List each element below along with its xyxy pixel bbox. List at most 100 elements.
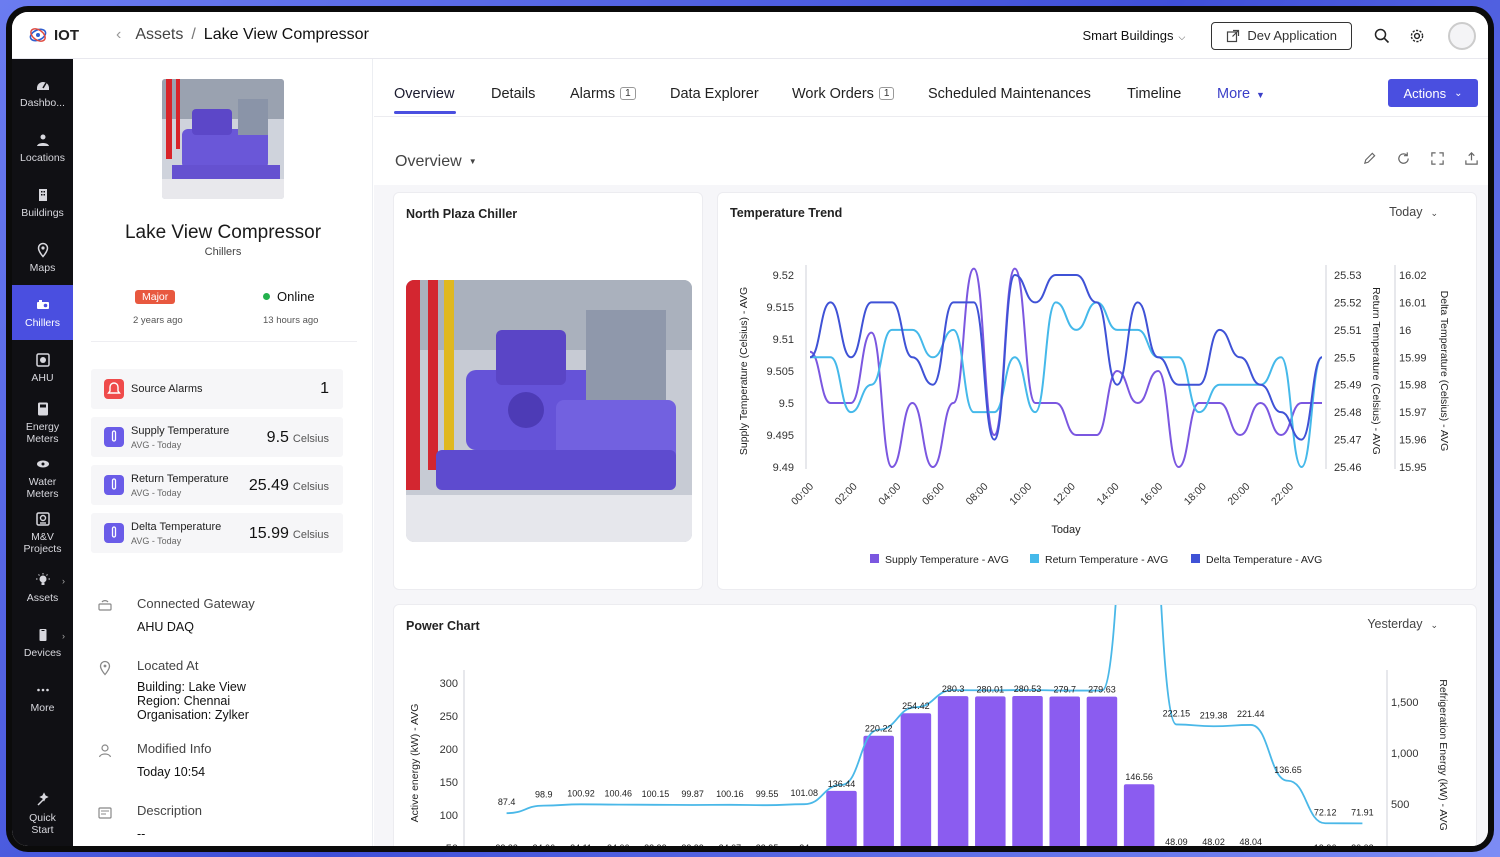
search-icon[interactable] [1372, 26, 1392, 46]
sidebar-item-ahu[interactable]: AHU [12, 352, 73, 392]
gear-icon[interactable] [1407, 26, 1427, 46]
sidebar-item-label: Energy [25, 421, 60, 433]
top-bar: IOT ‹ Assets / Lake View Compressor Smar… [12, 12, 1488, 59]
line-data-label: 100.46 [604, 789, 632, 799]
bar-data-label: 20.02 [1351, 843, 1374, 846]
bar-data-label: 146.56 [1125, 772, 1153, 782]
asset-thumbnail[interactable] [162, 79, 284, 199]
back-chevron-icon[interactable]: ‹ [116, 26, 121, 44]
bar-data-label: 23.99 [644, 843, 667, 846]
tab-label: Scheduled Maintenances [928, 86, 1091, 102]
temperature-trend-chart[interactable]: 9.529.5159.519.5059.59.4959.4925.5325.52… [718, 193, 1478, 591]
dashboard-selector[interactable]: Overview ▼ [395, 153, 477, 171]
bar-data-label: 48.09 [1165, 837, 1188, 846]
y-right-tick-label: 500 [1391, 799, 1409, 811]
alarm-bell-icon [104, 379, 124, 399]
x-tick-label: 08:00 [964, 481, 991, 508]
online-dot-icon [263, 293, 270, 300]
map-pin-icon [37, 242, 48, 258]
sidebar-item-label-line2: Meters [26, 433, 59, 445]
metric-sub: AVG - Today [131, 536, 182, 546]
sidebar-item-assets[interactable]: › Assets [12, 572, 73, 612]
power-bar [1123, 784, 1155, 846]
breadcrumb-current: Lake View Compressor [203, 26, 369, 43]
org-switcher[interactable]: Smart Buildings ⌵ [1083, 28, 1186, 43]
bar-data-label: 280.3 [942, 684, 965, 694]
sidebar-item-devices[interactable]: › Devices [12, 627, 73, 667]
sidebar-item-chillers[interactable]: Chillers [12, 285, 73, 340]
line-data-label: 100.15 [642, 789, 670, 799]
refresh-icon[interactable] [1386, 151, 1420, 166]
tab-data-explorer[interactable]: Data Explorer [670, 86, 759, 102]
chiller-photo[interactable] [406, 280, 692, 542]
bar-data-label: 254.42 [902, 701, 930, 711]
located-region: Region: Chennai [137, 694, 230, 708]
tab-work-orders[interactable]: Work Orders 1 [792, 86, 895, 102]
tab-scheduled-maintenances[interactable]: Scheduled Maintenances [928, 86, 1091, 102]
sidebar-item-quick-start[interactable]: Quick Start [12, 792, 73, 842]
metric-label: Delta Temperature [131, 521, 222, 533]
line-data-label: 99.55 [756, 789, 779, 799]
app-name: IOT [54, 26, 79, 44]
region-key: Region: [137, 694, 181, 708]
edit-pencil-icon[interactable] [1352, 151, 1386, 166]
x-axis-title: Today [1051, 524, 1081, 536]
metric-sub: AVG - Today [131, 440, 182, 450]
bar-data-label: 23.99 [681, 843, 704, 846]
sidebar-item-label-line2: Meters [26, 488, 59, 500]
sidebar-item-buildings[interactable]: Buildings [12, 187, 73, 227]
sidebar-item-label: Quick [29, 812, 56, 824]
y-left-tick-label: 50 [446, 843, 458, 846]
status-time: 13 hours ago [263, 315, 319, 326]
metric-supply-temperature[interactable]: Supply Temperature AVG - Today 9.5 Celsiu… [91, 417, 343, 457]
y-right-tick-label: 25.5 [1334, 352, 1355, 364]
sidebar-item-energy-meters[interactable]: Energy Meters [12, 401, 73, 451]
metric-source-alarms[interactable]: Source Alarms 1 [91, 369, 343, 409]
x-tick-label: 10:00 [1007, 481, 1034, 508]
user-avatar[interactable] [1448, 21, 1476, 50]
y-right2-tick-label: 15.95 [1399, 462, 1427, 474]
y-left-tick-label: 9.505 [766, 366, 794, 378]
legend-label: Supply Temperature - AVG [885, 554, 1009, 566]
actions-label: Actions [1403, 85, 1447, 101]
metric-sub: AVG - Today [131, 488, 182, 498]
tab-alarms[interactable]: Alarms 1 [570, 86, 636, 102]
metric-return-temperature[interactable]: Return Temperature AVG - Today 25.49 Cels… [91, 465, 343, 505]
gateway-label: Connected Gateway [137, 596, 255, 611]
severity-badge: Major [135, 290, 176, 304]
sidebar-item-locations[interactable]: Locations [12, 132, 73, 172]
y-left-tick-label: 9.51 [773, 334, 794, 346]
tab-timeline[interactable]: Timeline [1127, 86, 1181, 102]
asset-category: Chillers [204, 246, 242, 258]
power-chart-card: Power Chart Yesterday ⌄ 300 250 200 150 100 50… [393, 604, 1477, 846]
metric-delta-temperature[interactable]: Delta Temperature AVG - Today 15.99 Celsi… [91, 513, 343, 553]
bar-data-label: 280.01 [977, 684, 1005, 694]
power-bar [900, 713, 932, 846]
line-data-label: 72.12 [1314, 807, 1337, 817]
app-screen: IOT ‹ Assets / Lake View Compressor Smar… [12, 12, 1488, 846]
ahu-icon [35, 353, 50, 367]
energy-meter-icon [37, 402, 48, 416]
y-left-tick-label: 9.49 [773, 462, 794, 474]
tab-more[interactable]: More ▼ [1217, 86, 1265, 102]
bar-data-label: 19.96 [1314, 843, 1337, 846]
share-upload-icon[interactable] [1454, 151, 1488, 166]
sidebar-item-more[interactable]: More [12, 682, 73, 722]
legend-label: Delta Temperature - AVG [1206, 554, 1322, 566]
expand-icon[interactable] [1420, 151, 1454, 166]
tab-details[interactable]: Details [491, 86, 535, 102]
app-logo[interactable]: IOT [28, 25, 98, 45]
dev-application-button[interactable]: Dev Application [1211, 21, 1352, 50]
building-value: Lake View [188, 680, 246, 694]
sidebar-item-water-meters[interactable]: Water Meters [12, 456, 73, 506]
x-tick-label: 00:00 [789, 481, 816, 508]
metric-value: 9.5 [266, 429, 289, 446]
breadcrumb-parent[interactable]: Assets [135, 26, 183, 44]
x-tick-label: 18:00 [1182, 481, 1209, 508]
sidebar-item-maps[interactable]: Maps [12, 242, 73, 282]
power-chart[interactable]: 300250200150100501,5001,0005000Active en… [394, 605, 1478, 846]
tab-overview[interactable]: Overview [394, 86, 454, 102]
sidebar-item-dashboard[interactable]: Dashbo... [12, 77, 73, 117]
sidebar-item-mv-projects[interactable]: M&V Projects [12, 511, 73, 561]
actions-button[interactable]: Actions ⌄ [1388, 79, 1478, 107]
